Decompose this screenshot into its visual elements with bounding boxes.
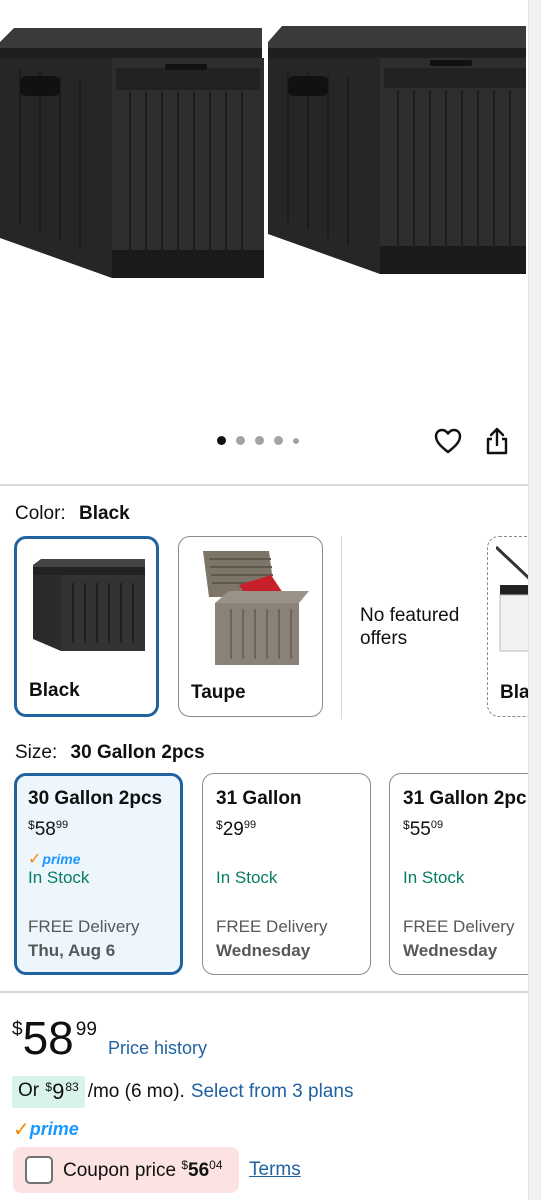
carousel-dot[interactable] <box>293 437 299 444</box>
delivery-text: FREE Delivery <box>28 917 140 936</box>
prime-label: prime <box>42 851 81 867</box>
color-option-label: Black <box>29 680 80 701</box>
color-option-black[interactable]: Black <box>14 536 159 717</box>
prime-badge: ✓ prime <box>28 850 169 868</box>
coupon-price-fraction: 04 <box>209 1158 223 1172</box>
price-history-link[interactable]: Price history <box>108 1038 207 1059</box>
size-option-title: 31 Gallon 2pc <box>403 788 527 809</box>
stock-status: In Stock <box>216 868 278 887</box>
scrollbar-track[interactable] <box>528 0 541 1200</box>
size-option-30-gallon-2pcs[interactable]: 30 Gallon 2pcs $5899 ✓ prime In Stock FRE… <box>14 773 183 975</box>
plan-or-text: Or <box>18 1080 40 1101</box>
coupon-price-whole: 56 <box>188 1160 210 1181</box>
price-fraction: 99 <box>55 819 69 831</box>
price-whole: 58 <box>34 819 56 840</box>
coupon-text: Coupon price $5604 <box>63 1158 223 1182</box>
size-option-title: 30 Gallon 2pcs <box>28 788 163 809</box>
plan-term-text: /mo (6 mo). <box>87 1081 185 1102</box>
prime-badge: ✓ prime <box>13 1117 79 1142</box>
price-fraction: 99 <box>75 1019 97 1040</box>
coupon-row: Coupon price $5604 <box>13 1147 239 1193</box>
size-option-31-gallon-2pcs[interactable]: 31 Gallon 2pc $5509 In Stock FREE Delive… <box>389 773 541 975</box>
section-divider <box>0 991 528 993</box>
heart-icon <box>434 428 462 454</box>
prime-badge-placeholder <box>403 850 535 868</box>
currency-symbol: $ <box>216 818 223 832</box>
stock-status: In Stock <box>28 868 90 887</box>
price-whole: 58 <box>22 1012 74 1064</box>
carousel-dot[interactable] <box>236 436 245 445</box>
prime-label: prime <box>29 1119 79 1139</box>
carousel-dot[interactable] <box>217 436 226 445</box>
coupon-label: Coupon price <box>63 1160 177 1181</box>
prime-check-icon: ✓ <box>28 851 42 868</box>
carousel-dot[interactable] <box>255 436 264 445</box>
taupe-bin-thumbnail <box>203 551 309 665</box>
delivery-date: Wednesday <box>216 941 311 960</box>
size-option-price: $5509 <box>403 818 535 841</box>
product-image-carousel[interactable] <box>0 0 528 470</box>
price-fraction: 09 <box>430 819 444 831</box>
coupon-checkbox[interactable] <box>25 1156 53 1184</box>
size-option-31-gallon[interactable]: 31 Gallon $2999 In Stock FREE Delivery W… <box>202 773 371 975</box>
delivery-date: Wednesday <box>403 941 498 960</box>
prime-badge-placeholder <box>216 850 357 868</box>
color-option-taupe[interactable]: Taupe <box>178 536 323 717</box>
monthly-plan-row: Or $9 83 /mo (6 mo). Select from 3 plans <box>12 1076 353 1108</box>
color-selected-value: Black <box>78 503 130 524</box>
size-option-title: 31 Gallon <box>216 788 302 809</box>
monthly-payment-chip: Or $9 83 <box>12 1076 85 1108</box>
share-icon <box>486 427 508 455</box>
plan-amount: 9 <box>52 1079 65 1104</box>
stock-status: In Stock <box>403 868 465 887</box>
color-label: Color: <box>15 503 66 524</box>
delivery-text: FREE Delivery <box>403 917 515 936</box>
plan-cents: 83 <box>65 1080 79 1094</box>
price-whole: 29 <box>222 819 244 840</box>
color-label-row: Color: Black <box>15 503 130 525</box>
color-option-label: Bla <box>500 682 530 703</box>
currency-symbol: $ <box>28 818 35 832</box>
coupon-terms-link[interactable]: Terms <box>249 1159 301 1181</box>
delivery-date: Thu, Aug 6 <box>28 941 116 960</box>
currency-symbol: $ <box>403 818 410 832</box>
carousel-dots[interactable] <box>217 436 299 445</box>
main-price: $ 58 99 <box>12 1013 97 1063</box>
color-option-label: Taupe <box>191 682 246 703</box>
size-option-price: $5899 <box>28 818 169 841</box>
prime-check-icon: ✓ <box>13 1119 30 1141</box>
size-label: Size: <box>15 742 58 763</box>
section-divider <box>0 484 528 486</box>
size-option-price: $2999 <box>216 818 357 841</box>
product-page: Color: Black Black Taupe No featured off… <box>0 0 541 1200</box>
currency-symbol: $ <box>12 1019 23 1040</box>
currency-symbol: $ <box>45 1080 53 1094</box>
price-whole: 55 <box>409 819 431 840</box>
share-button[interactable] <box>482 425 512 457</box>
size-label-row: Size: 30 Gallon 2pcs <box>15 742 205 764</box>
carousel-dot[interactable] <box>274 436 283 445</box>
swatch-separator <box>341 536 342 719</box>
price-fraction: 99 <box>243 819 257 831</box>
size-selected-value: 30 Gallon 2pcs <box>70 742 205 763</box>
wishlist-button[interactable] <box>433 425 463 457</box>
product-image <box>0 26 526 278</box>
select-plans-link[interactable]: Select from 3 plans <box>191 1081 354 1103</box>
delivery-text: FREE Delivery <box>216 917 328 936</box>
currency-symbol: $ <box>181 1158 188 1172</box>
black-bin-thumbnail <box>33 559 145 651</box>
no-featured-offers-text: No featured offers <box>360 605 460 649</box>
